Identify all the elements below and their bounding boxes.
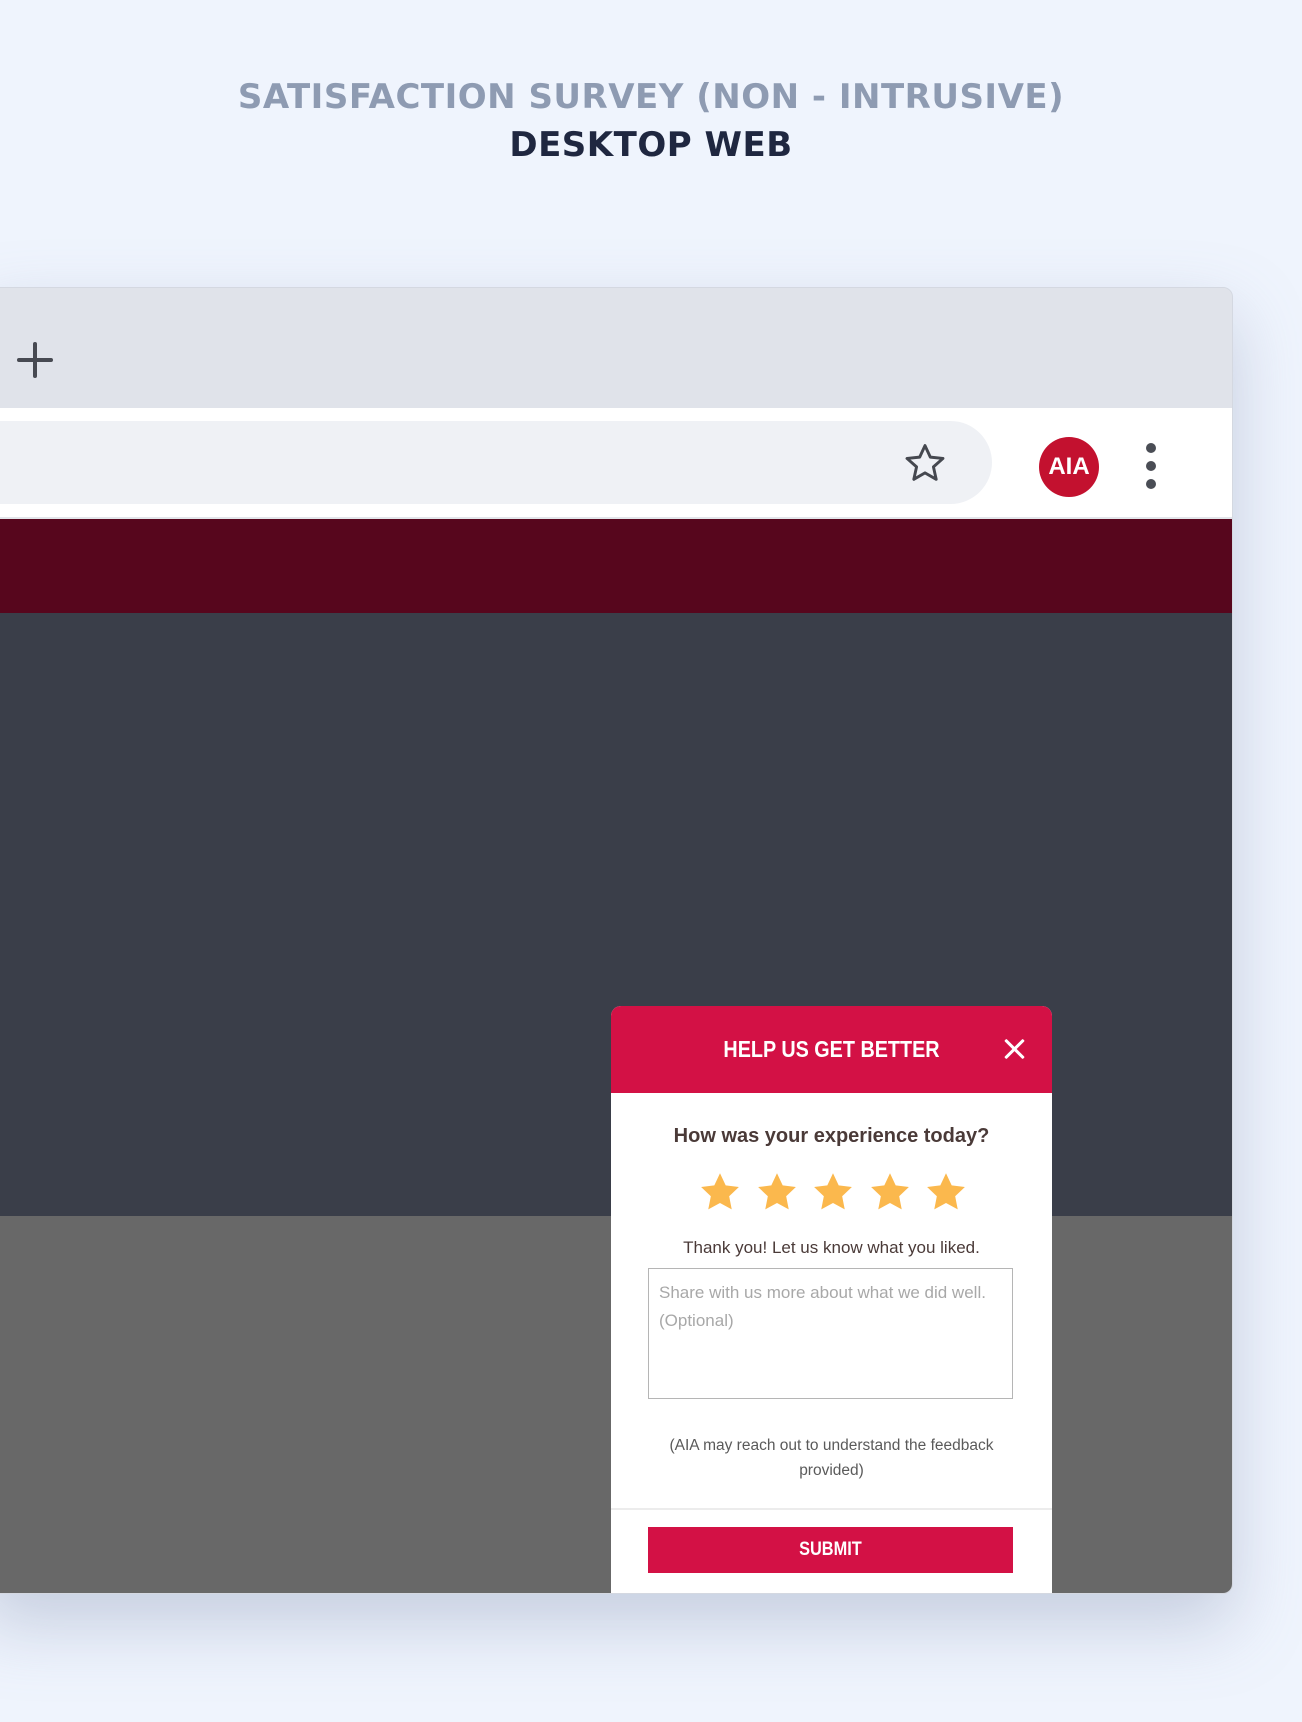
site-header-bar [0, 519, 1232, 613]
feedback-input[interactable] [648, 1268, 1013, 1399]
survey-header: HELP US GET BETTER [611, 1006, 1052, 1093]
star-icon[interactable] [698, 1170, 742, 1214]
star-outline-icon[interactable] [903, 441, 947, 485]
star-icon[interactable] [811, 1170, 855, 1214]
close-icon[interactable] [1003, 1038, 1025, 1060]
tab-strip [0, 288, 1232, 408]
browser-window: AIA HELP US GET BETTER How was your expe… [0, 287, 1233, 1594]
profile-avatar[interactable]: AIA [1039, 437, 1099, 497]
page-heading: SATISFACTION SURVEY (NON - INTRUSIVE) DE… [0, 72, 1302, 168]
new-tab-button[interactable] [15, 340, 55, 380]
browser-toolbar: AIA [0, 408, 1232, 519]
page-title: SATISFACTION SURVEY (NON - INTRUSIVE) [237, 77, 1065, 117]
divider [611, 1508, 1052, 1510]
star-icon[interactable] [755, 1170, 799, 1214]
star-icon[interactable] [868, 1170, 912, 1214]
kebab-menu-icon[interactable] [1136, 441, 1166, 491]
address-bar[interactable] [0, 421, 992, 504]
rating-stars [698, 1170, 968, 1214]
submit-button[interactable]: SUBMIT [648, 1527, 1013, 1573]
survey-panel: HELP US GET BETTER How was your experien… [611, 1006, 1052, 1593]
submit-button-label: SUBMIT [799, 1539, 862, 1560]
survey-question: How was your experience today? [673, 1125, 990, 1147]
star-icon[interactable] [924, 1170, 968, 1214]
page-subtitle: DESKTOP WEB [509, 125, 793, 165]
survey-thanks-text: Thank you! Let us know what you liked. [683, 1238, 980, 1257]
survey-note: (AIA may reach out to understand the fee… [669, 1437, 994, 1479]
survey-title: HELP US GET BETTER [723, 1036, 940, 1062]
